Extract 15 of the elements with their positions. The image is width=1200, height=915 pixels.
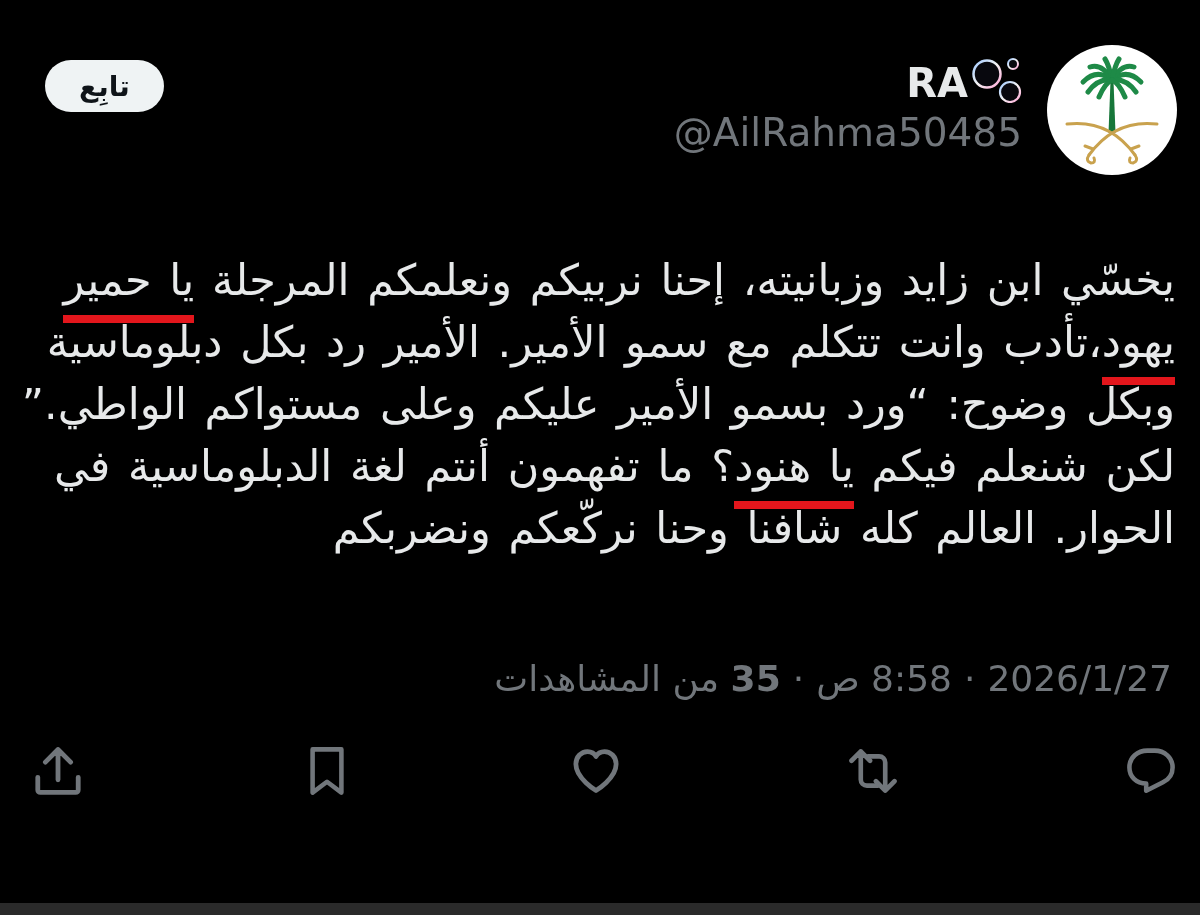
separator-dot: · — [792, 657, 805, 701]
post-date: 2026/1/27 — [987, 657, 1172, 701]
bubbles-icon — [972, 57, 1022, 103]
follow-button[interactable]: تابِع — [45, 60, 164, 112]
repost-arrows-icon[interactable] — [848, 749, 898, 793]
speech-bubble-icon[interactable] — [1127, 748, 1175, 794]
palm-emblem-icon[interactable] — [1047, 45, 1177, 175]
user-handle: @AilRahma50485 — [673, 109, 1022, 157]
tweet-text: يخسّي ابن زايد وزبانيته، إحنا نربيكم ونعلمكم المرجلة يا حمير يهود،تأدب وانت تتكلم مع سمو الأمير. الأمير رد بكل دبلوماسية وبكل وضوح: “ورد بسمو الأمير عليكم وعلى مستواكم الواطي.” لكن شنعلم فيكم يا هنود؟ ما تفهمون أنتم لغة الدبلوماسية في الحوار. العالم كله شافنا وحنا نركّعكم ونضربكم — [20, 254, 1176, 556]
heart-icon[interactable] — [573, 749, 619, 793]
separator-dot: · — [963, 657, 976, 701]
display-name: RA — [906, 59, 968, 107]
share-icon[interactable] — [35, 747, 81, 795]
post-time: 8:58 ص — [816, 657, 952, 701]
bookmark-icon[interactable] — [310, 747, 344, 795]
